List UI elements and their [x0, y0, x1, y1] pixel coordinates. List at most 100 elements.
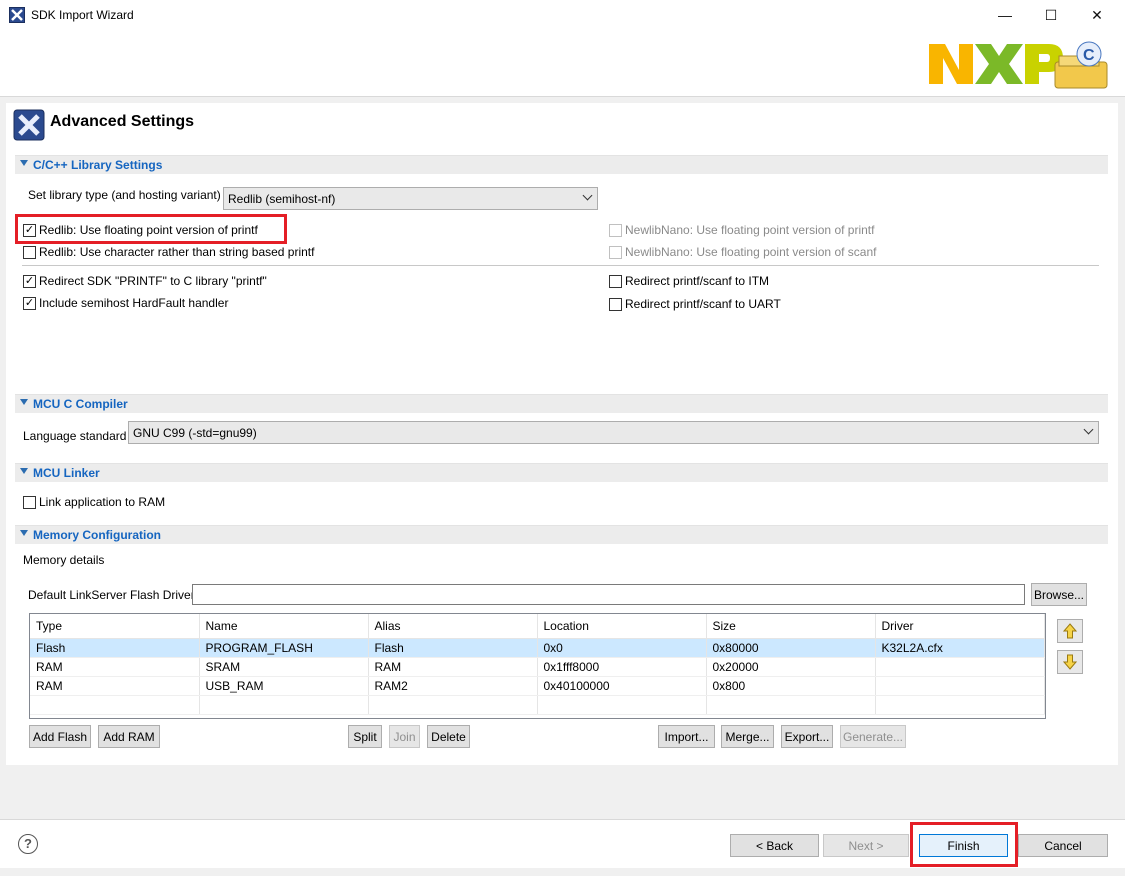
add-flash-button[interactable]: Add Flash	[29, 725, 91, 748]
checkbox-link-to-ram[interactable]: Link application to RAM	[23, 495, 165, 509]
wizard-icon	[13, 109, 45, 141]
export-button[interactable]: Export...	[781, 725, 833, 748]
section-title: MCU C Compiler	[33, 397, 128, 411]
checkbox-label: Include semihost HardFault handler	[39, 296, 229, 310]
language-standard-label: Language standard	[23, 429, 127, 443]
move-down-button[interactable]	[1057, 650, 1083, 674]
column-header-alias[interactable]: Alias	[368, 614, 538, 639]
cell[interactable]: RAM	[368, 657, 538, 677]
checkbox-newlibnano-float-printf: NewlibNano: Use floating point version o…	[609, 223, 874, 237]
section-memory-config[interactable]: Memory Configuration	[15, 525, 1108, 544]
cell[interactable]: RAM	[30, 657, 200, 677]
highlight-box	[910, 822, 1018, 867]
cell[interactable]: 0x20000	[706, 657, 876, 677]
checkbox-label: Redlib: Use character rather than string…	[39, 245, 315, 259]
section-title: Memory Configuration	[33, 528, 161, 542]
cell[interactable]: USB_RAM	[199, 676, 369, 696]
cell[interactable]: RAM2	[368, 676, 538, 696]
highlight-box	[15, 214, 287, 244]
checkbox-box	[609, 274, 622, 288]
table-row[interactable]: RAM USB_RAM RAM2 0x40100000 0x800	[30, 676, 1045, 696]
checkbox-label: NewlibNano: Use floating point version o…	[625, 223, 875, 237]
column-header-size[interactable]: Size	[706, 614, 876, 639]
delete-button[interactable]: Delete	[427, 725, 470, 748]
chevron-down-icon	[582, 190, 593, 201]
chevron-down-icon	[1083, 424, 1094, 435]
join-button: Join	[389, 725, 420, 748]
checkbox-redlib-char-printf[interactable]: Redlib: Use character rather than string…	[23, 245, 314, 259]
section-mcu-compiler[interactable]: MCU C Compiler	[15, 394, 1108, 413]
cell[interactable]: RAM	[30, 676, 200, 696]
cell[interactable]: 0x0	[537, 638, 707, 658]
page-title: Advanced Settings	[50, 113, 195, 130]
app-icon	[9, 7, 25, 23]
collapse-triangle-icon	[20, 468, 28, 474]
library-type-value: Redlib (semihost-nf)	[228, 191, 336, 206]
checkmark-icon: ✓	[23, 274, 36, 288]
close-button[interactable]: ✕	[1074, 0, 1120, 31]
column-header-name[interactable]: Name	[199, 614, 369, 639]
checkbox-redirect-uart[interactable]: Redirect printf/scanf to UART	[609, 297, 781, 311]
merge-button[interactable]: Merge...	[721, 725, 774, 748]
cell[interactable]: Flash	[30, 638, 200, 658]
checkbox-label: NewlibNano: Use floating point version o…	[625, 245, 877, 259]
checkbox-label: Redirect SDK "PRINTF" to C library "prin…	[39, 274, 267, 288]
checkbox-box	[609, 223, 622, 237]
separator	[22, 265, 1099, 266]
cell[interactable]: 0x800	[706, 676, 876, 696]
section-mcu-linker[interactable]: MCU Linker	[15, 463, 1108, 482]
language-standard-value: GNU C99 (-std=gnu99)	[133, 425, 257, 440]
memory-details-label: Memory details	[23, 553, 105, 567]
flash-driver-input[interactable]	[192, 584, 1025, 605]
checkbox-box	[609, 245, 622, 259]
split-button[interactable]: Split	[348, 725, 382, 748]
section-library-settings[interactable]: C/C++ Library Settings	[15, 155, 1108, 174]
checkbox-label: Link application to RAM	[39, 495, 166, 509]
cancel-button[interactable]: Cancel	[1018, 834, 1108, 857]
next-button: Next >	[823, 834, 909, 857]
table-row-empty	[30, 695, 1045, 715]
cell[interactable]	[875, 676, 1045, 696]
import-button[interactable]: Import...	[658, 725, 715, 748]
cell[interactable]	[875, 657, 1045, 677]
memory-table[interactable]: Type Name Alias Location Size Driver Fla…	[29, 613, 1046, 719]
cell[interactable]: Flash	[368, 638, 538, 658]
checkbox-redirect-printf[interactable]: ✓ Redirect SDK "PRINTF" to C library "pr…	[23, 274, 267, 288]
checkbox-semihost-hardfault[interactable]: ✓ Include semihost HardFault handler	[23, 296, 228, 310]
cell[interactable]: 0x80000	[706, 638, 876, 658]
table-row[interactable]: Flash PROGRAM_FLASH Flash 0x0 0x80000 K3…	[30, 638, 1045, 658]
library-type-select[interactable]: Redlib (semihost-nf)	[223, 187, 598, 210]
checkbox-label: Redirect printf/scanf to ITM	[625, 274, 770, 288]
arrow-up-icon	[1063, 623, 1077, 639]
svg-text:C: C	[1083, 47, 1095, 64]
back-button[interactable]: < Back	[730, 834, 819, 857]
checkmark-icon: ✓	[23, 296, 36, 310]
checkbox-newlibnano-float-scanf: NewlibNano: Use floating point version o…	[609, 245, 876, 259]
cell[interactable]: 0x40100000	[537, 676, 707, 696]
column-header-driver[interactable]: Driver	[875, 614, 1045, 639]
section-title: C/C++ Library Settings	[33, 158, 163, 172]
collapse-triangle-icon	[20, 399, 28, 405]
browse-button[interactable]: Browse...	[1031, 583, 1087, 606]
minimize-button[interactable]: —	[982, 0, 1028, 31]
maximize-button[interactable]: ☐	[1028, 0, 1074, 31]
window-title: SDK Import Wizard	[31, 8, 134, 22]
add-ram-button[interactable]: Add RAM	[98, 725, 160, 748]
collapse-triangle-icon	[20, 530, 28, 536]
cell[interactable]: SRAM	[199, 657, 369, 677]
checkbox-label: Redirect printf/scanf to UART	[625, 297, 781, 311]
collapse-triangle-icon	[20, 160, 28, 166]
cell[interactable]: PROGRAM_FLASH	[199, 638, 369, 658]
help-icon[interactable]: ?	[18, 834, 38, 854]
section-title: MCU Linker	[33, 466, 100, 480]
table-header: Type Name Alias Location Size Driver	[30, 614, 1045, 639]
flash-driver-label: Default LinkServer Flash Driver	[28, 588, 195, 602]
language-standard-select[interactable]: GNU C99 (-std=gnu99)	[128, 421, 1099, 444]
move-up-button[interactable]	[1057, 619, 1083, 643]
table-row[interactable]: RAM SRAM RAM 0x1fff8000 0x20000	[30, 657, 1045, 677]
cell[interactable]: 0x1fff8000	[537, 657, 707, 677]
checkbox-redirect-itm[interactable]: Redirect printf/scanf to ITM	[609, 274, 769, 288]
column-header-type[interactable]: Type	[30, 614, 200, 639]
cell[interactable]: K32L2A.cfx	[875, 638, 1045, 658]
column-header-location[interactable]: Location	[537, 614, 707, 639]
